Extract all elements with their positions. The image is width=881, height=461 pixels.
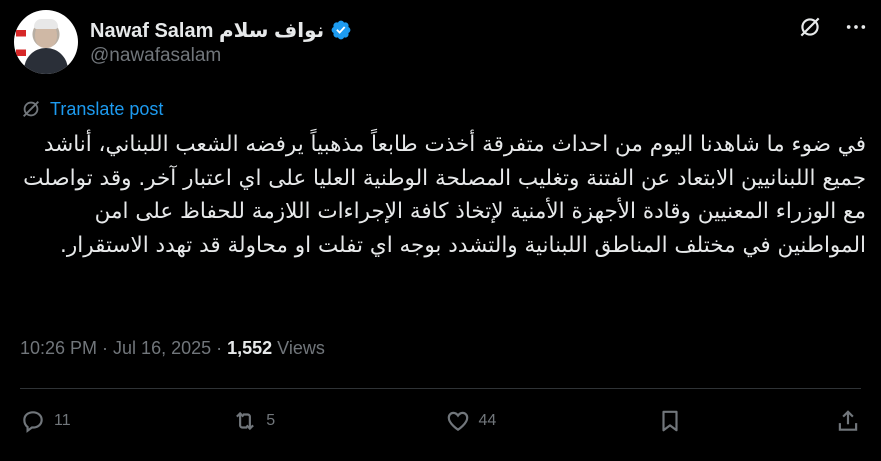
- reply-count: 11: [54, 412, 71, 429]
- more-icon[interactable]: [845, 16, 867, 38]
- bookmark-button[interactable]: [657, 408, 683, 434]
- divider: [20, 388, 861, 389]
- avatar[interactable]: [14, 10, 78, 74]
- like-button[interactable]: 44: [445, 408, 505, 434]
- top-actions: [797, 14, 867, 40]
- bookmark-icon: [662, 410, 678, 432]
- author-handle[interactable]: @nawafasalam: [90, 45, 352, 67]
- like-count: 44: [478, 412, 497, 429]
- tweet-header: Nawaf Salam نواف سلام @nawafasalam: [14, 10, 352, 74]
- translate-icon: [23, 101, 39, 117]
- views-label: Views: [272, 338, 325, 358]
- share-button[interactable]: [835, 408, 861, 434]
- author-names: Nawaf Salam نواف سلام @nawafasalam: [90, 18, 352, 67]
- translate-post-link[interactable]: Translate post: [20, 98, 163, 120]
- views-count: 1,552: [227, 338, 273, 358]
- post-time[interactable]: 10:26 PM: [20, 338, 97, 359]
- display-name[interactable]: Nawaf Salam نواف سلام: [90, 18, 324, 43]
- repost-count: 5: [266, 412, 276, 429]
- reply-button[interactable]: 11: [20, 408, 80, 434]
- reply-icon: [23, 411, 43, 433]
- post-date[interactable]: Jul 16, 2025: [113, 338, 211, 359]
- flag-graphic: [16, 30, 26, 56]
- grok-icon[interactable]: [797, 14, 823, 40]
- heart-icon: [447, 411, 468, 431]
- repost-icon: [236, 411, 255, 431]
- tweet: Nawaf Salam نواف سلام @nawafasalam Trans…: [0, 0, 881, 461]
- repost-button[interactable]: 5: [232, 408, 292, 434]
- share-icon: [838, 410, 858, 431]
- post-text: في ضوء ما شاهدنا اليوم من احداث متفرقة أ…: [23, 132, 866, 258]
- action-bar: 11 5 44: [20, 408, 861, 434]
- post-meta: 10:26 PM · Jul 16, 2025 · 1,552 Views: [20, 338, 325, 359]
- translate-label: Translate post: [50, 98, 164, 119]
- verified-badge-icon[interactable]: [330, 19, 352, 41]
